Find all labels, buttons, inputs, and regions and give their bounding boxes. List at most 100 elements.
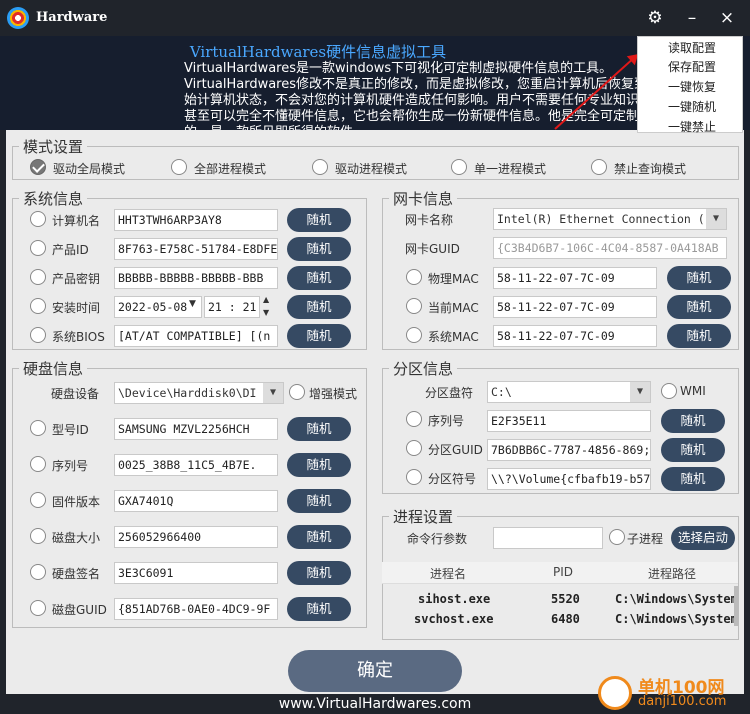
random-button[interactable]: 随机 [287,324,351,348]
process-pid-cell[interactable]: 5520 [551,592,580,606]
nic-row-radio[interactable] [406,327,422,343]
partition-row-radio[interactable] [406,469,422,485]
nic-row-radio[interactable] [406,269,422,285]
disk-row-radio[interactable] [30,528,46,544]
close-button[interactable]: × [714,6,740,30]
system-info-group: 系统信息 计算机名 HHT3TWH6ARP3AY8 随机 产品ID 8F763-… [12,188,367,350]
confirm-button[interactable]: 确定 [288,650,462,692]
drive-letter-select[interactable]: C:\ ▼ [487,381,651,403]
process-path-cell[interactable]: C:\Windows\System [615,592,738,606]
system-row-radio[interactable] [30,327,46,343]
mode-label: 单一进程模式 [474,162,547,176]
random-button[interactable]: 随机 [661,467,725,491]
enhance-mode-radio[interactable] [289,384,305,400]
process-scrollbar[interactable] [734,586,738,626]
random-button[interactable]: 随机 [287,266,351,290]
random-button[interactable]: 随机 [287,489,351,513]
physical-mac-label: 物理MAC [428,272,479,286]
col-process-name: 进程名 [430,567,467,581]
system-title: 系统信息 [19,188,88,209]
settings-menu: 读取配置 保存配置 一键恢复 一键随机 一键禁止 [637,36,743,134]
bios-input[interactable]: [AT/AT COMPATIBLE] [(n [114,325,278,347]
process-name-cell[interactable]: sihost.exe [418,592,490,606]
random-button[interactable]: 随机 [287,597,351,621]
partition-serial-input[interactable]: E2F35E11 [487,410,651,432]
mode-radio-driver-process[interactable] [312,159,328,175]
date-dropdown-icon[interactable]: ▼ [189,299,196,309]
menu-item-save-config[interactable]: 保存配置 [638,57,742,77]
menu-item-random[interactable]: 一键随机 [638,97,742,117]
disk-signature-input[interactable]: 3E3C6091 [114,562,278,584]
disk-row-radio[interactable] [30,564,46,580]
random-button[interactable]: 随机 [287,417,351,441]
mode-radio-disable-query[interactable] [591,159,607,175]
physical-mac-input[interactable]: 58-11-22-07-7C-09 [493,267,657,289]
time-spinner-icon[interactable]: ▲ ▼ [263,293,269,319]
random-button[interactable]: 随机 [667,324,731,348]
process-pid-cell[interactable]: 6480 [551,612,580,626]
current-mac-input[interactable]: 58-11-22-07-7C-09 [493,296,657,318]
random-button[interactable]: 随机 [661,438,725,462]
disk-row-radio[interactable] [30,600,46,616]
partition-info-group: 分区信息 分区盘符 C:\ ▼ WMI 序列号 E2F35E11 随机 分区GUI… [382,358,739,494]
random-button[interactable]: 随机 [287,237,351,261]
mode-radio-all-process[interactable] [171,159,187,175]
random-button[interactable]: 随机 [667,295,731,319]
system-row-radio[interactable] [30,211,46,227]
gear-icon[interactable]: ⚙ [642,6,668,30]
menu-item-disable[interactable]: 一键禁止 [638,117,742,137]
cmd-args-label: 命令行参数 [407,532,468,546]
mode-radio-driver-global[interactable] [30,159,46,175]
menu-item-load-config[interactable]: 读取配置 [638,37,742,57]
product-id-input[interactable]: 8F763-E758C-51784-E8DFE [114,238,278,260]
system-row-radio[interactable] [30,240,46,256]
process-path-cell[interactable]: C:\Windows\System [615,612,738,626]
partition-row-radio[interactable] [406,440,422,456]
partition-row-radio[interactable] [406,411,422,427]
child-process-label: 子进程 [627,532,664,546]
system-mac-input[interactable]: 58-11-22-07-7C-09 [493,325,657,347]
menu-item-restore[interactable]: 一键恢复 [638,77,742,97]
random-button[interactable]: 随机 [287,208,351,232]
nic-name-value: Intel(R) Ethernet Connection (14) [497,212,726,226]
install-time-input[interactable]: 21 : 21 [204,296,260,318]
random-button[interactable]: 随机 [287,453,351,477]
nic-name-select[interactable]: Intel(R) Ethernet Connection (14) ▼ [493,208,727,230]
random-button[interactable]: 随机 [287,295,351,319]
disk-row-radio[interactable] [30,492,46,508]
model-id-input[interactable]: SAMSUNG MZVL2256HCH [114,418,278,440]
cmd-args-input[interactable] [493,527,603,549]
child-process-radio[interactable] [609,529,625,545]
product-key-label: 产品密钥 [52,272,101,286]
random-button[interactable]: 随机 [661,409,725,433]
disk-row-radio[interactable] [30,420,46,436]
watermark: 单机100网 danji100.com [598,672,748,714]
random-button[interactable]: 随机 [287,561,351,585]
disk-device-select[interactable]: \Device\Harddisk0\DI ▼ [114,382,284,404]
partition-guid-label: 分区GUID [428,443,483,457]
system-row-radio[interactable] [30,298,46,314]
disk-guid-input[interactable]: {851AD76B-0AE0-4DC9-9F [114,598,278,620]
product-key-input[interactable]: BBBBB-BBBBB-BBBBB-BBB [114,267,278,289]
partition-guid-input[interactable]: 7B6DBB6C-7787-4856-869; [487,439,651,461]
computer-name-input[interactable]: HHT3TWH6ARP3AY8 [114,209,278,231]
process-name-cell[interactable]: svchost.exe [414,612,493,626]
process-table-header: 进程名 PID 进程路径 [382,562,738,584]
random-button[interactable]: 随机 [287,525,351,549]
col-pid: PID [553,565,574,579]
wmi-radio[interactable] [661,383,677,399]
partition-symbol-input[interactable]: \\?\Volume{cfbafb19-b57 [487,468,651,490]
disk-row-radio[interactable] [30,456,46,472]
disk-serial-input[interactable]: 0025_38B8_11C5_4B7E. [114,454,278,476]
nic-guid-input[interactable]: {C3B4D6B7-106C-4C04-8587-0A418AB [493,237,727,259]
mode-radio-single-process[interactable] [451,159,467,175]
nic-row-radio[interactable] [406,298,422,314]
firmware-input[interactable]: GXA7401Q [114,490,278,512]
system-row-radio[interactable] [30,269,46,285]
system-mac-label: 系统MAC [428,330,479,344]
random-button[interactable]: 随机 [667,266,731,290]
select-start-button[interactable]: 选择启动 [671,526,735,550]
minimize-button[interactable]: – [679,6,705,30]
disk-size-input[interactable]: 256052966400 [114,526,278,548]
app-logo-icon [7,7,29,29]
